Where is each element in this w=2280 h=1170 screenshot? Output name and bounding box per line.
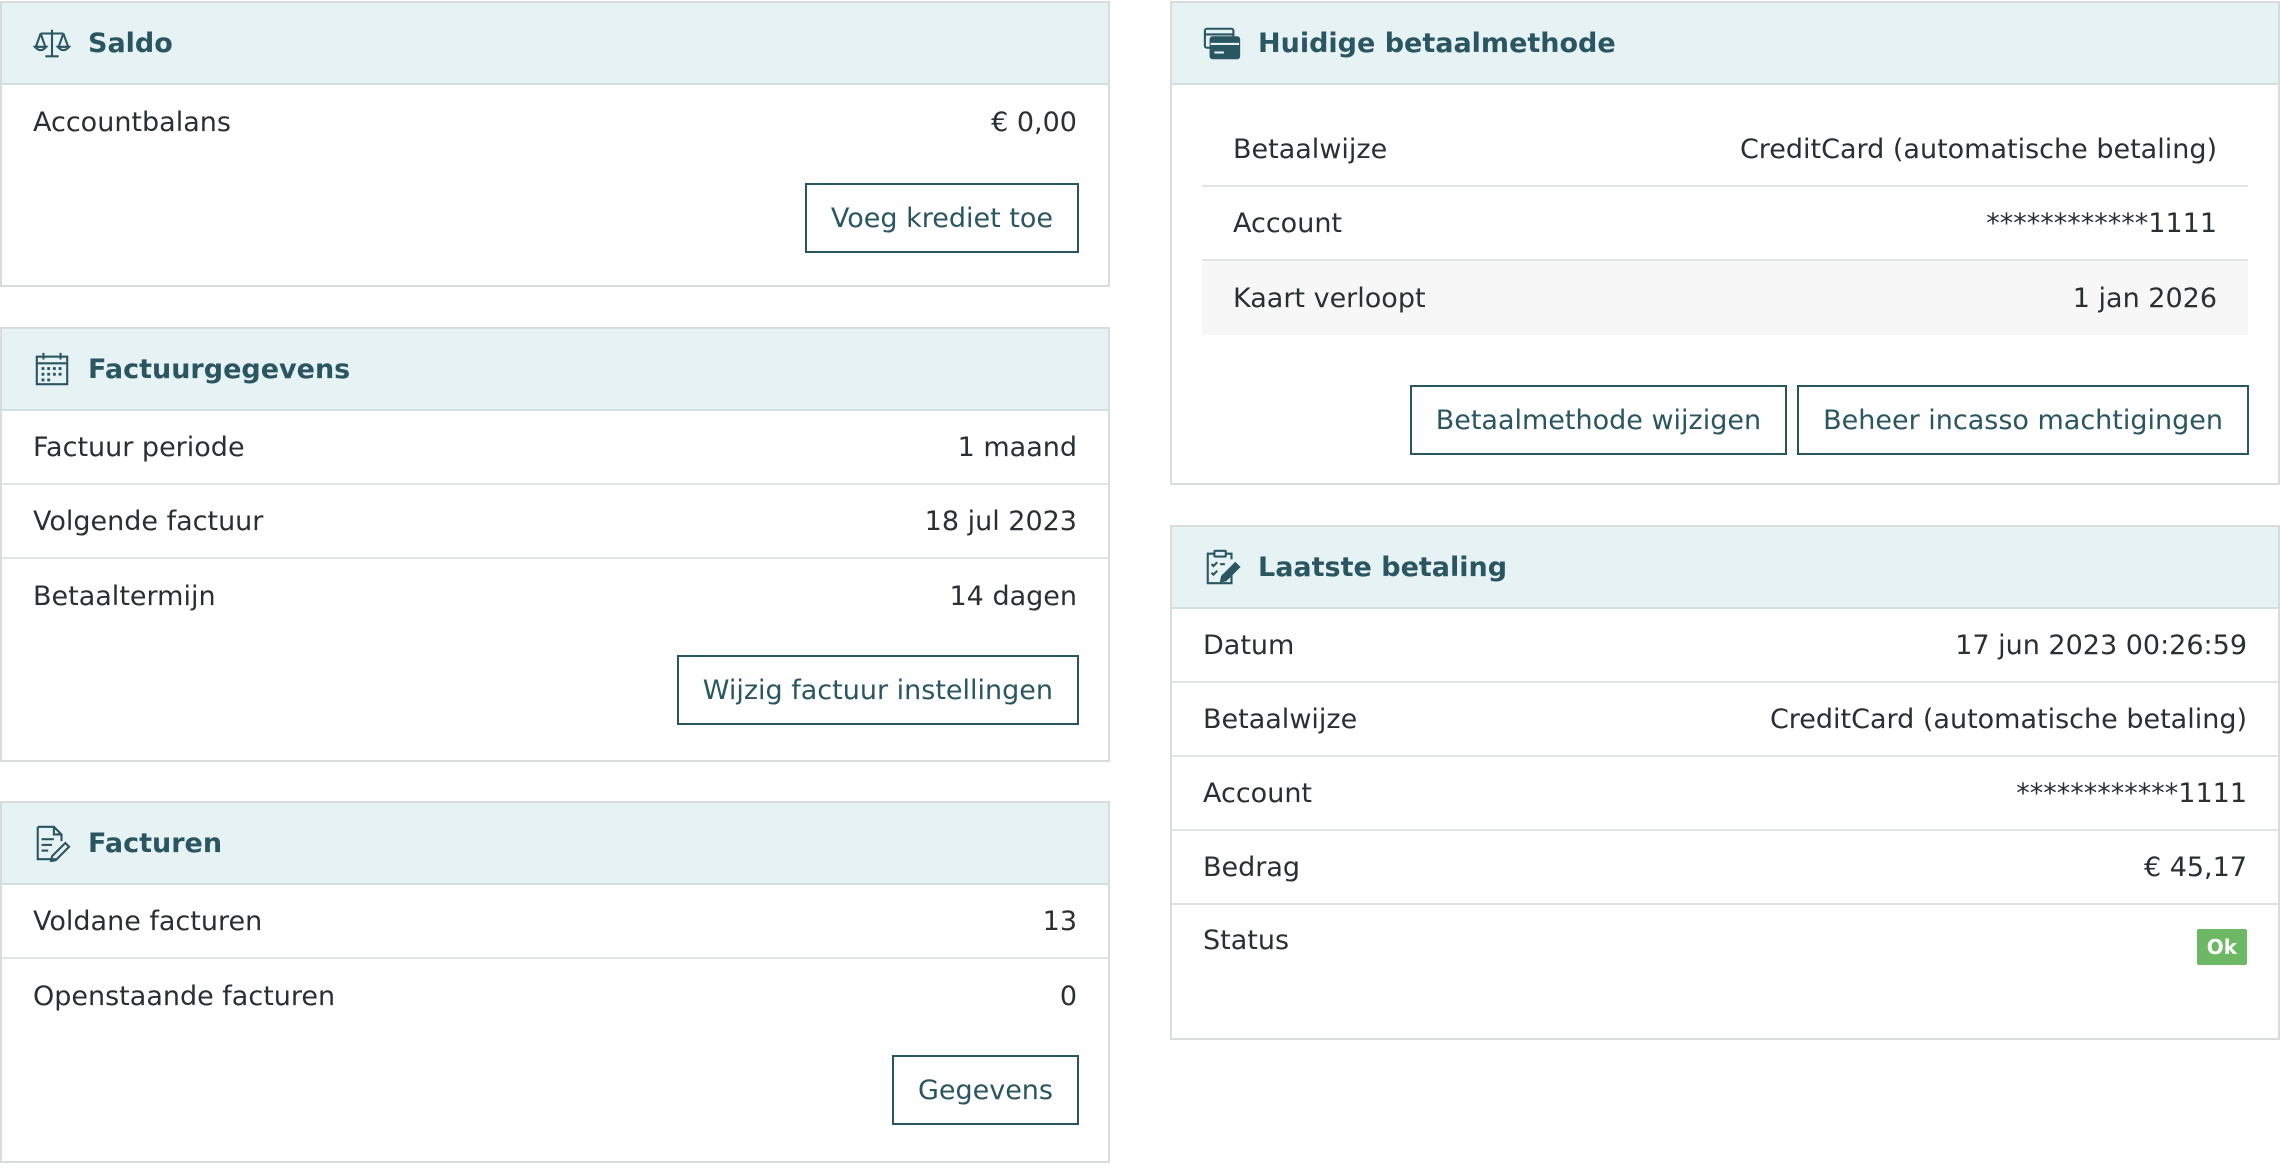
last-payment-account-row: Account ************1111: [1172, 757, 2278, 831]
invoices-header: Facturen: [2, 803, 1108, 885]
scale-icon: [32, 23, 72, 63]
payment-method-header: Huidige betaalmethode: [1172, 3, 2278, 85]
account-label: Account: [1233, 207, 1343, 239]
change-invoice-settings-button[interactable]: Wijzig factuur instellingen: [676, 655, 1079, 725]
last-payment-type-row: Betaalwijze CreditCard (automatische bet…: [1172, 683, 2278, 757]
last-payment-account-value: ************1111: [2016, 777, 2247, 809]
last-payment-type-label: Betaalwijze: [1203, 703, 1358, 735]
next-invoice-label: Volgende factuur: [33, 505, 264, 537]
credit-card-icon: [1202, 23, 1242, 63]
card-expiry-label: Kaart verloopt: [1233, 282, 1426, 314]
invoice-period-row: Factuur periode 1 maand: [2, 411, 1108, 485]
card-expiry-row: Kaart verloopt 1 jan 2026: [1202, 261, 2248, 335]
payment-type-row: Betaalwijze CreditCard (automatische bet…: [1202, 113, 2248, 187]
calendar-icon: [32, 349, 72, 389]
next-invoice-row: Volgende factuur 18 jul 2023: [2, 485, 1108, 559]
account-value: ************1111: [1986, 207, 2217, 239]
last-payment-account-label: Account: [1203, 777, 1313, 809]
amount-label: Bedrag: [1203, 851, 1301, 883]
last-payment-type-value: CreditCard (automatische betaling): [1769, 703, 2247, 735]
next-invoice-value: 18 jul 2023: [924, 505, 1077, 537]
open-invoices-label: Openstaande facturen: [33, 980, 336, 1012]
status-badge: Ok: [2196, 929, 2247, 965]
payment-type-value: CreditCard (automatische betaling): [1739, 133, 2217, 165]
card-expiry-value: 1 jan 2026: [2072, 282, 2217, 314]
invoice-period-value: 1 maand: [957, 431, 1077, 463]
last-payment-title: Laatste betaling: [1258, 551, 1508, 583]
balance-value: € 0,00: [991, 106, 1077, 138]
change-payment-method-button[interactable]: Betaalmethode wijzigen: [1409, 385, 1788, 455]
last-payment-panel: Laatste betaling Datum 17 jun 2023 00:26…: [1170, 525, 2280, 1040]
date-value: 17 jun 2023 00:26:59: [1955, 629, 2247, 661]
status-label: Status: [1203, 925, 1290, 956]
clipboard-check-icon: [1202, 547, 1242, 587]
invoice-settings-title: Factuurgegevens: [88, 353, 351, 385]
last-payment-header: Laatste betaling: [1172, 527, 2278, 609]
balance-label: Accountbalans: [33, 106, 231, 138]
invoices-panel: Facturen Voldane facturen 13 Openstaande…: [0, 801, 1110, 1163]
payment-method-panel: Huidige betaalmethode Betaalwijze Credit…: [1170, 1, 2280, 485]
amount-value: € 45,17: [2143, 851, 2247, 883]
manage-direct-debit-button[interactable]: Beheer incasso machtigingen: [1797, 385, 2249, 455]
add-credit-button[interactable]: Voeg krediet toe: [804, 183, 1079, 253]
saldo-title: Saldo: [88, 27, 173, 59]
open-invoices-row: Openstaande facturen 0: [2, 959, 1108, 1033]
saldo-panel: Saldo Accountbalans € 0,00 Voeg krediet …: [0, 1, 1110, 287]
payment-term-row: Betaaltermijn 14 dagen: [2, 559, 1108, 633]
invoice-settings-panel: Factuurgegevens Factuur periode 1 maand …: [0, 327, 1110, 762]
payment-type-label: Betaalwijze: [1233, 133, 1388, 165]
payment-term-value: 14 dagen: [949, 580, 1078, 612]
document-edit-icon: [32, 823, 72, 863]
amount-row: Bedrag € 45,17: [1172, 831, 2278, 905]
invoice-period-label: Factuur periode: [33, 431, 245, 463]
payment-term-label: Betaaltermijn: [33, 580, 216, 612]
paid-invoices-row: Voldane facturen 13: [2, 885, 1108, 959]
saldo-header: Saldo: [2, 3, 1108, 85]
date-row: Datum 17 jun 2023 00:26:59: [1172, 609, 2278, 683]
open-invoices-value: 0: [1059, 980, 1077, 1012]
date-label: Datum: [1203, 629, 1295, 661]
invoice-settings-header: Factuurgegevens: [2, 329, 1108, 411]
account-row: Account ************1111: [1202, 187, 2248, 261]
paid-invoices-value: 13: [1042, 905, 1077, 937]
status-row: Status Ok: [1172, 905, 2278, 997]
payment-method-title: Huidige betaalmethode: [1258, 27, 1616, 59]
invoice-details-button[interactable]: Gegevens: [891, 1055, 1079, 1125]
paid-invoices-label: Voldane facturen: [33, 905, 263, 937]
balance-row: Accountbalans € 0,00: [2, 85, 1108, 159]
invoices-title: Facturen: [88, 827, 223, 859]
